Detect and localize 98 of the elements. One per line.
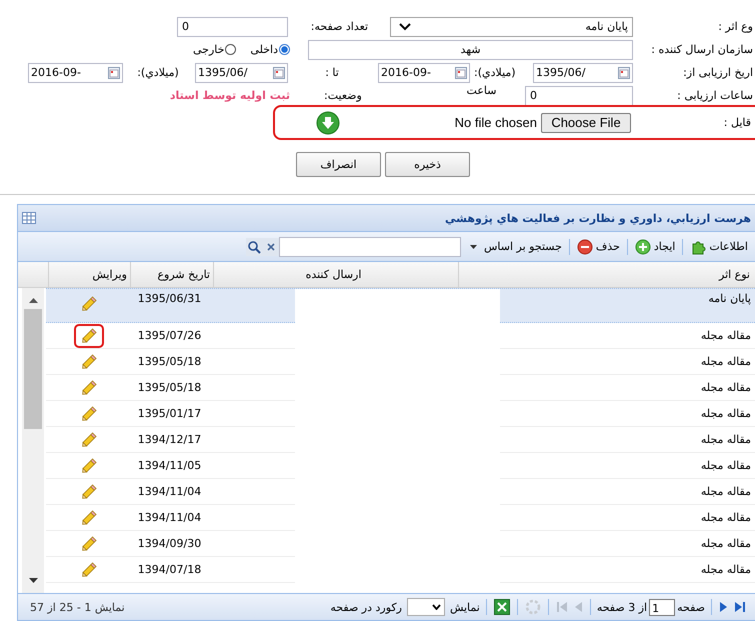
scroll-thumb[interactable] [24,309,42,429]
table-cell-text: 1394/09/30 [136,537,202,550]
date-field[interactable]: 2016-09- [28,62,123,82]
scrollbar[interactable] [22,288,44,593]
cancel-button[interactable]: انصراف [296,152,381,177]
field-label: وع اثر : [717,20,754,33]
next-page-icon[interactable] [719,601,728,613]
field-label: اریخ ارزیابی از: [682,66,754,79]
table-cell-text: مقاله مجله [700,563,752,576]
grid-icon [22,212,36,224]
record-summary: نمایش 1 - 25 از 57 [30,600,125,614]
table-cell-text: مقاله مجله [700,381,752,394]
field-label: ساعات ارزیابی : [676,89,754,102]
radio-label: خارجی [192,43,224,56]
save-button[interactable]: ذخیره [385,152,470,177]
table-cell-text: 1395/05/18 [136,381,202,394]
pencil-icon[interactable] [80,508,98,526]
info-button[interactable]: اطلاعات [687,238,751,254]
pencil-icon[interactable] [80,326,98,344]
search-field[interactable] [278,236,461,256]
field-label: ساعت [466,84,498,97]
field-label: قایل : [722,116,752,129]
table-cell-text: 1394/12/17 [136,433,202,446]
field-label: تعداد صفحه: [310,20,369,33]
field-label: وضعیت: [323,89,363,102]
table-cell-text: 1395/06/31 [136,292,202,305]
pencil-icon[interactable] [80,534,98,552]
date-field[interactable]: 2016-09- [378,62,470,82]
chevron-down-icon [399,22,411,30]
column-header[interactable]: نوع اثر [458,262,755,287]
scroll-down-icon [28,578,38,583]
records-per-page-label: رکورد در صفحه [330,600,402,614]
column-header[interactable]: ارسال کننده [213,262,458,287]
search-by-menu[interactable]: جستجو بر اساس [466,240,565,253]
radio-button[interactable] [279,44,290,55]
hours-field[interactable]: 0 [525,86,633,106]
radio-button[interactable] [225,44,236,55]
show-label: نمایش [450,600,480,614]
calendar-icon [273,66,285,78]
chevron-down-icon [432,604,441,610]
field-label: سازمان ارسال کننده : [650,43,754,56]
file-status-text: No file chosen [454,115,537,130]
create-button[interactable]: ایجاد [632,238,678,254]
table-cell-text: مقاله مجله [700,511,752,524]
page-count-text: از 3 صفحه [596,600,648,614]
pencil-icon[interactable] [80,560,98,578]
column-header[interactable]: ویرایش [48,262,130,287]
date-field[interactable]: 1395/06/ [533,62,633,82]
table-cell-text: مقاله مجله [700,329,752,342]
pencil-icon[interactable] [80,378,98,396]
table-cell-text: مقاله مجله [700,485,752,498]
table-cell-text: 1395/05/18 [136,355,202,368]
pencil-icon[interactable] [80,404,98,422]
pencil-icon[interactable] [80,352,98,370]
calendar-icon [618,66,630,78]
table-cell-text: پایان نامه [707,292,752,305]
table-cell-text: مقاله مجله [700,537,752,550]
last-page-icon[interactable] [734,601,746,613]
field-label: (ميلادي): [136,66,180,79]
page-number-field[interactable]: 1 [649,598,676,616]
table-cell-text: مقاله مجله [700,407,752,420]
table-cell-text: 1394/07/18 [136,563,202,576]
table-cell-text: 1395/07/26 [136,329,202,342]
calendar-icon [455,66,467,78]
table-cell-text: 1394/11/04 [136,485,202,498]
pencil-icon[interactable] [80,430,98,448]
page-count-field[interactable]: 0 [177,16,288,36]
pencil-icon[interactable] [80,456,98,474]
puzzle-icon [690,238,706,254]
table-cell-text: مقاله مجله [700,433,752,446]
panel-title: هرست ارزيابي، داوري و نظارت بر فعاليت هاي پژوهشي [445,212,751,224]
table-cell-text: مقاله مجله [700,355,752,368]
table-cell-text: 1395/01/17 [136,407,202,420]
column-header[interactable]: تاریخ شروع [130,262,213,287]
delete-button[interactable]: حذف [574,238,623,254]
caret-down-icon [470,244,477,248]
search-icon[interactable] [246,238,263,256]
status-text: ثبت اولیه توسط استاد [170,89,290,102]
minus-circle-icon [576,238,593,254]
scroll-up-icon [28,298,38,303]
page-label: صفحه [677,600,705,614]
plus-circle-icon [634,238,651,254]
work-type-dropdown[interactable]: پایان نامه [390,16,633,36]
clear-icon[interactable] [262,238,279,256]
table-cell-text: مقاله مجله [700,459,752,472]
radio-label: داخلی [250,43,278,56]
table-cell-text: 1394/11/04 [136,511,202,524]
sender-org-field[interactable]: شهد [308,40,633,60]
spreadsheet-icon[interactable] [494,599,510,615]
page-size-dropdown[interactable] [406,598,445,616]
calendar-icon [108,66,120,78]
pencil-icon[interactable] [80,295,98,313]
pencil-icon[interactable] [80,482,98,500]
table-cell-text: 1394/11/05 [136,459,202,472]
field-label: (ميلادي): [473,66,517,79]
choose-file-button[interactable]: Choose File [541,112,631,132]
date-field[interactable]: 1395/06/ [195,62,288,82]
field-label: تا : [324,66,340,79]
